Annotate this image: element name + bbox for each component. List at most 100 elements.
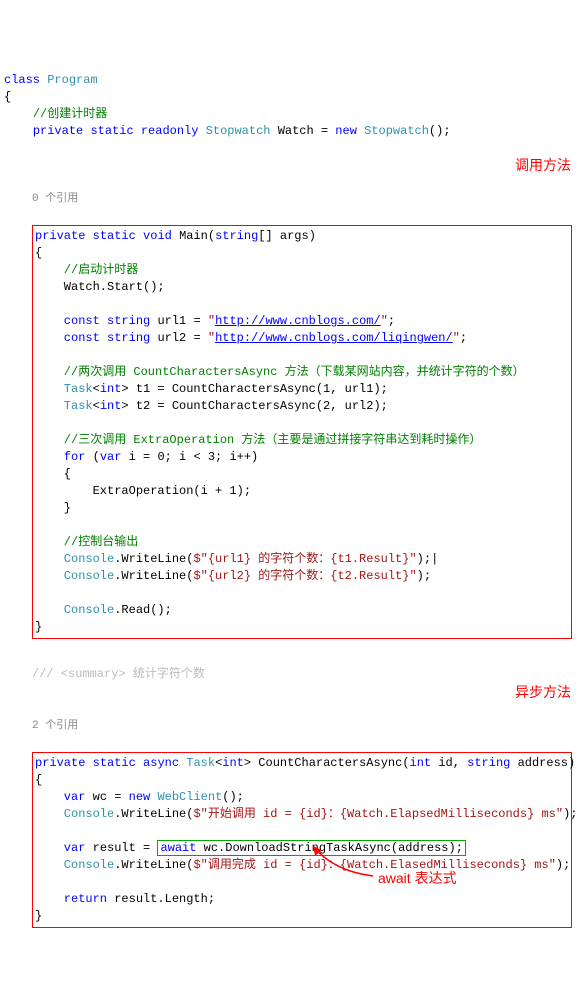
comment-start: //启动计时器: [64, 263, 138, 277]
kw-return: return: [35, 892, 107, 906]
awl1: .WriteLine(: [114, 807, 193, 821]
ret-expr: result.Length;: [114, 892, 215, 906]
kw-private3: private: [35, 756, 85, 770]
astr1: $"开始调用 id = {id}：{Watch.ElapsedMilliseco…: [193, 807, 563, 821]
main-cb: }: [35, 620, 42, 634]
kw-await: await: [160, 841, 196, 855]
kw-readonly: readonly: [141, 124, 199, 138]
main-ob: {: [35, 246, 42, 260]
text-cursor: |: [431, 552, 438, 566]
decl-end: ();: [429, 124, 451, 138]
semi1: ;: [388, 314, 395, 328]
refcount-main: 0 个引用: [32, 191, 583, 208]
kw-static2: static: [93, 229, 136, 243]
q3: ": [208, 331, 215, 345]
kw-const2: const: [35, 331, 100, 345]
type-program: Program: [47, 73, 97, 87]
q1: ": [208, 314, 215, 328]
sig-addr: address): [510, 756, 575, 770]
kw-static3: static: [93, 756, 136, 770]
res-decl: result =: [93, 841, 158, 855]
kw-var-for: var: [100, 450, 122, 464]
code-block: class Program { //创建计时器 private static r…: [4, 72, 583, 140]
kw-void: void: [143, 229, 172, 243]
kw-new: new: [335, 124, 357, 138]
url2-decl: url2 =: [157, 331, 207, 345]
awl2: .WriteLine(: [114, 858, 193, 872]
type-task3: Task: [186, 756, 215, 770]
read-rest: .Read();: [114, 603, 172, 617]
kw-string3: string: [467, 756, 510, 770]
wl1e: );: [417, 552, 431, 566]
for-op: (: [93, 450, 100, 464]
await-caption: await 表达式: [378, 870, 457, 887]
label-caller: 调用方法: [4, 157, 583, 174]
for-ob: {: [35, 467, 71, 481]
type-task2: Task: [35, 399, 93, 413]
comment-out: //控制台输出: [35, 535, 138, 549]
str1: $"{url1} 的字符个数：{t1.Result}": [193, 552, 416, 566]
t1-rest: > t1 = CountCharactersAsync(1, url1);: [121, 382, 387, 396]
kw-var-res: var: [35, 841, 85, 855]
wl1: .WriteLine(: [114, 552, 193, 566]
for-body: i = 0; i < 3; i++): [129, 450, 259, 464]
lt3: <: [215, 756, 222, 770]
async-cb: }: [35, 909, 42, 923]
type-console2: Console: [35, 569, 114, 583]
sig-id: id,: [431, 756, 467, 770]
kw-int4: int: [410, 756, 432, 770]
type-webclient: WebClient: [157, 790, 222, 804]
lt1: <: [93, 382, 100, 396]
main-name: Main(: [179, 229, 215, 243]
kw-static: static: [90, 124, 133, 138]
type-console5: Console: [35, 858, 114, 872]
q4: ": [453, 331, 460, 345]
semi2: ;: [460, 331, 467, 345]
decl-watch: Watch =: [278, 124, 336, 138]
comment-cc: //两次调用 CountCharactersAsync 方法（下载某网站内容，并…: [35, 365, 525, 379]
kw-const1: const: [35, 314, 100, 328]
wl2e: );: [417, 569, 431, 583]
comment-ex: //三次调用 ExtraOperation 方法（主要是通过拼接字符串达到耗时操…: [35, 433, 481, 447]
url2-link[interactable]: http://www.cnblogs.com/liqingwen/: [215, 331, 453, 345]
kw-class: class: [4, 73, 40, 87]
kw-int1: int: [100, 382, 122, 396]
main-args: [] args): [258, 229, 316, 243]
url1-decl: url1 =: [157, 314, 207, 328]
label-async: 异步方法: [4, 684, 583, 701]
refcount-async: 2 个引用: [32, 718, 583, 735]
wc-end: ();: [222, 790, 244, 804]
async-box: private static async Task< int> CountChar…: [32, 752, 572, 928]
summary-comment: /// <summary> 统计字符个数: [32, 666, 583, 683]
kw-var-wc: var: [35, 790, 85, 804]
type-console3: Console: [35, 603, 114, 617]
url1-link[interactable]: http://www.cnblogs.com/: [215, 314, 381, 328]
kw-private2: private: [35, 229, 85, 243]
comment-timer: //创建计时器: [33, 107, 107, 121]
kw-string: string: [215, 229, 258, 243]
kw-string1: string: [107, 314, 150, 328]
kw-async: async: [143, 756, 179, 770]
lt2: <: [93, 399, 100, 413]
t2-rest: > t2 = CountCharactersAsync(2, url2);: [121, 399, 387, 413]
kw-for: for: [35, 450, 85, 464]
for-cb: }: [35, 501, 71, 515]
for-stmt: ExtraOperation(i + 1);: [35, 484, 251, 498]
main-box: private static void Main(string[] args) …: [32, 225, 572, 639]
kw-string2: string: [107, 331, 150, 345]
awl1e: );: [563, 807, 577, 821]
str2: $"{url2} 的字符个数：{t2.Result}": [193, 569, 416, 583]
type-stopwatch: Stopwatch: [206, 124, 271, 138]
wc-decl: wc =: [93, 790, 129, 804]
kw-new2: new: [129, 790, 151, 804]
type-task1: Task: [35, 382, 93, 396]
async-ob: {: [35, 773, 42, 787]
kw-int2: int: [100, 399, 122, 413]
type-console4: Console: [35, 807, 114, 821]
q2: ": [381, 314, 388, 328]
awl2e: );: [556, 858, 570, 872]
type-stopwatch2: Stopwatch: [364, 124, 429, 138]
stmt-start: Watch.Start();: [35, 280, 165, 294]
sig-gt: > CountCharactersAsync(: [244, 756, 410, 770]
type-console1: Console: [35, 552, 114, 566]
